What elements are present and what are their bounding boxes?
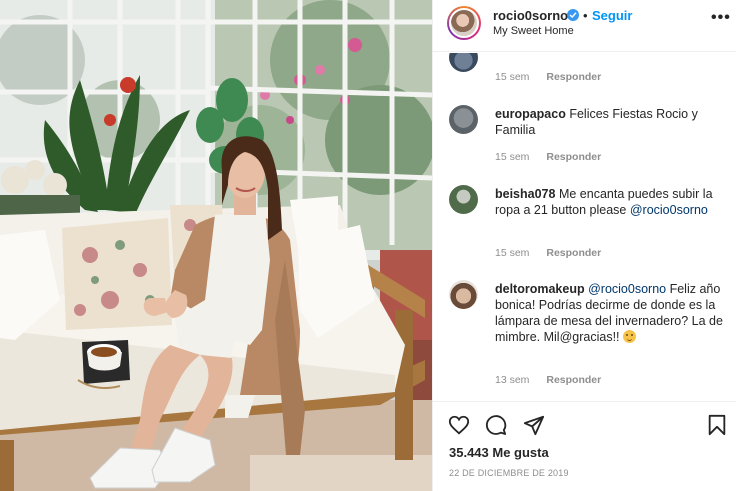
comment-time[interactable]: 15 sem (495, 71, 529, 83)
post-photo[interactable] (0, 0, 432, 491)
more-options-icon[interactable]: ••• (711, 9, 731, 27)
comment-avatar[interactable] (449, 105, 478, 134)
comment-username[interactable]: europapaco (495, 107, 566, 121)
location-link[interactable]: My Sweet Home (493, 25, 574, 37)
author-username[interactable]: rocio0sorno (493, 8, 568, 23)
comment-avatar[interactable] (449, 185, 478, 214)
comment-time[interactable]: 15 sem (495, 247, 529, 259)
separator-dot: • (583, 8, 588, 23)
comment-bubble-icon[interactable] (485, 414, 507, 436)
comment-username[interactable]: beisha078 (495, 187, 555, 201)
avatar[interactable] (447, 6, 481, 40)
reply-button[interactable]: Responder (546, 247, 601, 259)
comment-avatar[interactable] (449, 53, 478, 72)
comments-list[interactable]: 15 sem Responder europapaco Felices Fies… (433, 53, 736, 401)
likes-count[interactable]: 35.443 Me gusta (449, 445, 549, 460)
reply-button[interactable]: Responder (546, 374, 601, 386)
comment-body: deltoromakeup @rocio0sorno Feliz año bon… (495, 281, 723, 345)
comment-username[interactable]: deltoromakeup (495, 282, 585, 296)
comment-time[interactable]: 13 sem (495, 374, 529, 386)
post-side-panel: rocio0sorno • Seguir My Sweet Home ••• 1… (432, 0, 736, 491)
comment-meta: 13 sem Responder (495, 374, 601, 386)
photo-illustration (0, 0, 432, 491)
comment-time[interactable]: 15 sem (495, 151, 529, 163)
post-actions: 35.443 Me gusta 22 DE DICIEMBRE DE 2019 (433, 401, 736, 491)
smiling-emoji-icon (623, 330, 636, 343)
heart-icon[interactable] (448, 414, 470, 436)
reply-button[interactable]: Responder (546, 71, 601, 83)
follow-button[interactable]: Seguir (592, 8, 632, 23)
comment-body: beisha078 Me encanta puedes subir la rop… (495, 186, 723, 218)
reply-button[interactable]: Responder (546, 151, 601, 163)
paper-plane-icon[interactable] (523, 414, 545, 436)
comment-meta: 15 sem Responder (495, 247, 601, 259)
comment-mention[interactable]: @rocio0sorno (630, 203, 708, 217)
post-date: 22 DE DICIEMBRE DE 2019 (449, 468, 569, 478)
verified-badge-icon (567, 9, 579, 21)
comment-mention[interactable]: @rocio0sorno (588, 282, 666, 296)
comment-avatar[interactable] (449, 280, 478, 309)
comment-body: europapaco Felices Fiestas Rocio y Famil… (495, 106, 723, 138)
comment-meta: 15 sem Responder (495, 151, 601, 163)
post-header: rocio0sorno • Seguir My Sweet Home ••• (433, 0, 736, 52)
bookmark-icon[interactable] (706, 414, 728, 436)
comment-meta: 15 sem Responder (495, 71, 601, 83)
